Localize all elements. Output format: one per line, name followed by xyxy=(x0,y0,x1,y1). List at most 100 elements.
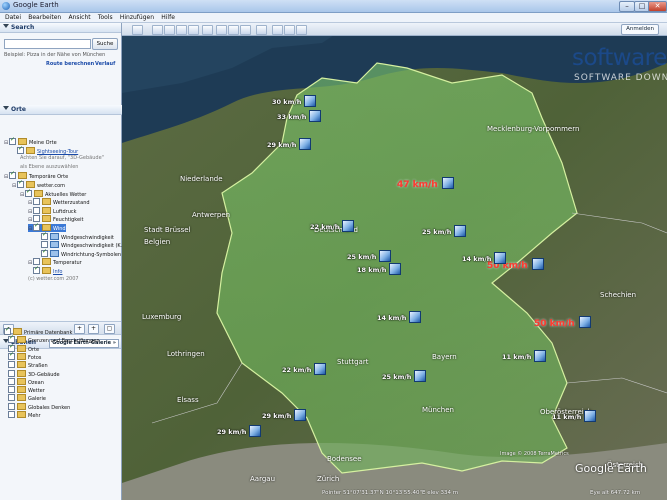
placemark-icon[interactable] xyxy=(152,25,163,35)
menu-datei[interactable]: Datei xyxy=(5,14,21,21)
maps-icon[interactable] xyxy=(296,25,307,35)
wind-speed-label[interactable]: 11 km/h xyxy=(502,353,531,361)
print-icon[interactable] xyxy=(284,25,295,35)
expand-icon[interactable]: ⊟ xyxy=(28,209,32,215)
checkbox[interactable] xyxy=(9,170,16,180)
sidebar-toggle-icon[interactable] xyxy=(132,25,143,35)
wind-speed-label[interactable]: 30 km/h xyxy=(272,98,301,106)
wind-speed-label[interactable]: 22 km/h xyxy=(282,366,311,374)
polygon-icon[interactable] xyxy=(164,25,175,35)
wind-speed-label[interactable]: 29 km/h xyxy=(267,141,296,149)
checkbox[interactable] xyxy=(8,351,15,360)
map-place-label[interactable]: Zürich xyxy=(317,475,339,483)
layer-row[interactable]: Straßen xyxy=(8,361,48,369)
place-row[interactable]: (c) wetter.com 2007 xyxy=(28,276,79,282)
wind-direction-icon[interactable] xyxy=(579,316,591,328)
wind-direction-icon[interactable] xyxy=(342,220,354,232)
wind-speed-label[interactable]: 25 km/h xyxy=(422,228,451,236)
wind-direction-icon[interactable] xyxy=(299,138,311,150)
wind-direction-icon[interactable] xyxy=(294,409,306,421)
place-row[interactable]: Sightseeing-Tour xyxy=(12,145,78,155)
wind-speed-label[interactable]: 47 km/h xyxy=(397,180,438,190)
expand-icon[interactable]: ⊟ xyxy=(28,200,32,206)
map-view[interactable]: software.net SOFTWARE DOWNLOADS N Nieder… xyxy=(122,23,667,500)
wind-speed-label[interactable]: 14 km/h xyxy=(462,255,491,263)
historical-imagery-icon[interactable] xyxy=(216,25,227,35)
checkbox[interactable] xyxy=(8,361,15,369)
wind-direction-icon[interactable] xyxy=(442,177,454,189)
place-row[interactable]: als Ebene auszuwählen xyxy=(20,164,78,170)
map-place-label[interactable]: Luxemburg xyxy=(142,313,181,321)
search-button[interactable]: Suche xyxy=(92,38,118,50)
login-button[interactable]: Anmelden xyxy=(621,24,659,35)
place-row[interactable]: Windgeschwindigkeit (K... xyxy=(36,241,125,249)
expand-icon[interactable]: ⊟ xyxy=(28,226,32,232)
wind-speed-label[interactable]: 29 km/h xyxy=(262,412,291,420)
menu-hilfe[interactable]: Hilfe xyxy=(161,14,175,21)
expand-icon[interactable]: ⊟ xyxy=(20,192,24,198)
search-input[interactable] xyxy=(4,39,91,49)
menu-bearbeiten[interactable]: Bearbeiten xyxy=(28,14,61,21)
map-place-label[interactable]: Lothringen xyxy=(167,350,205,358)
checkbox[interactable] xyxy=(33,206,40,214)
place-row[interactable]: Windgeschwindigkeit xyxy=(36,231,114,241)
sunlight-icon[interactable] xyxy=(228,25,239,35)
checkbox[interactable] xyxy=(17,179,24,188)
place-row[interactable]: ⊟ Luftdruck xyxy=(28,206,77,215)
wind-direction-icon[interactable] xyxy=(534,350,546,362)
map-place-label[interactable]: Stadt Brüssel xyxy=(144,226,191,234)
checkbox[interactable] xyxy=(8,411,15,418)
wind-speed-label[interactable]: 25 km/h xyxy=(347,253,376,261)
checkbox[interactable] xyxy=(9,136,16,145)
checkbox[interactable] xyxy=(8,402,15,410)
map-place-label[interactable]: Elsass xyxy=(177,396,199,404)
place-row[interactable]: Info xyxy=(28,265,62,275)
tour-icon[interactable] xyxy=(202,25,213,35)
layer-row[interactable]: Galerie xyxy=(8,394,46,402)
place-row[interactable]: ⊟ Meine Orte xyxy=(4,136,57,146)
expand-icon[interactable]: ⊟ xyxy=(12,183,16,189)
place-row[interactable]: Achten Sie darauf, "3D-Gebäude" xyxy=(20,155,104,161)
wind-direction-icon[interactable] xyxy=(304,95,316,107)
wind-speed-label[interactable]: 11 km/h xyxy=(552,413,581,421)
checkbox[interactable] xyxy=(33,222,40,231)
checkbox[interactable] xyxy=(41,248,48,257)
layer-row[interactable]: 3D-Gebäude xyxy=(8,369,60,378)
checkbox[interactable] xyxy=(25,188,32,197)
planets-icon[interactable] xyxy=(240,25,251,35)
route-link[interactable]: Route berechnen xyxy=(46,61,94,67)
checkbox[interactable] xyxy=(8,394,15,402)
export-icon[interactable]: ▢ xyxy=(104,324,115,334)
menu-ansicht[interactable]: Ansicht xyxy=(68,14,90,21)
wind-direction-icon[interactable] xyxy=(409,311,421,323)
menu-tools[interactable]: Tools xyxy=(98,14,113,21)
wind-direction-icon[interactable] xyxy=(454,225,466,237)
wind-direction-icon[interactable] xyxy=(314,363,326,375)
checkbox[interactable] xyxy=(33,265,40,274)
wind-direction-icon[interactable] xyxy=(379,250,391,262)
map-place-label[interactable]: Antwerpen xyxy=(192,211,230,219)
layer-row[interactable]: Globales Denken xyxy=(8,402,70,411)
menu-hinzufuegen[interactable]: Hinzufügen xyxy=(120,14,154,21)
map-place-label[interactable]: Stuttgart xyxy=(337,358,368,366)
wind-speed-label[interactable]: 29 km/h xyxy=(217,428,246,436)
checkbox[interactable] xyxy=(41,231,48,240)
wind-speed-label[interactable]: 33 km/h xyxy=(277,113,306,121)
place-row[interactable]: ⊟ Aktuelles Wetter xyxy=(20,188,86,198)
minimize-button[interactable]: – xyxy=(619,1,635,12)
wind-direction-icon[interactable] xyxy=(584,410,596,422)
expand-icon[interactable]: ⊟ xyxy=(4,174,8,180)
places-panel-header[interactable]: Orte xyxy=(0,105,124,115)
checkbox[interactable] xyxy=(8,377,15,385)
layer-row[interactable]: Grenzen und Beschriftungen xyxy=(8,334,100,344)
image-overlay-icon[interactable] xyxy=(188,25,199,35)
map-place-label[interactable]: Bayern xyxy=(432,353,457,361)
place-row[interactable]: ⊟ Temporäre Orte xyxy=(4,170,68,180)
checkbox[interactable] xyxy=(33,198,40,206)
add-icon[interactable]: + xyxy=(74,324,85,334)
map-place-label[interactable]: Bodensee xyxy=(327,455,362,463)
path-icon[interactable] xyxy=(176,25,187,35)
expand-icon[interactable]: ⊟ xyxy=(28,260,32,266)
map-place-label[interactable]: Aargau xyxy=(250,475,275,483)
expand-icon[interactable]: ⊟ xyxy=(28,217,32,223)
